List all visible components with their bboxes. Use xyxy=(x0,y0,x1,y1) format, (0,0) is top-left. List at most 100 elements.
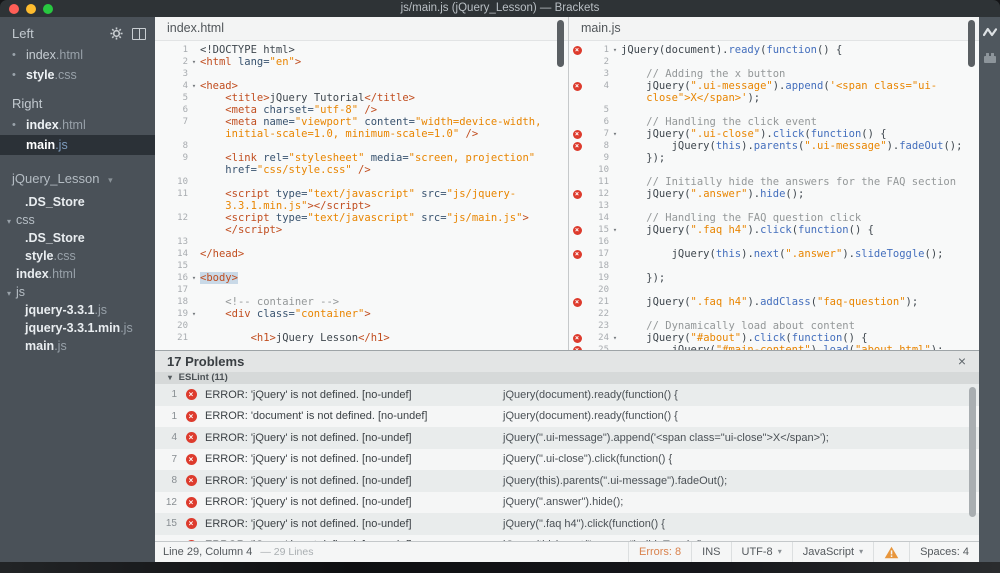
fold-caret-icon[interactable]: ▾ xyxy=(609,332,621,344)
fold-caret-icon[interactable]: ▾ xyxy=(609,44,621,56)
code-line[interactable]: 6 <meta charset="utf-8" /> xyxy=(155,104,568,116)
fold-caret-icon[interactable]: ▾ xyxy=(188,80,200,92)
right-pane-code[interactable]: × 1 ▾ jQuery(document).ready(function() {2 3… xyxy=(569,40,979,350)
pane-header-left[interactable]: index.html xyxy=(155,17,568,41)
code-line[interactable]: 1 <!DOCTYPE html> xyxy=(155,44,568,56)
right-pane-scrollbar[interactable] xyxy=(968,20,975,67)
problem-row[interactable]: 1 × ERROR: 'document' is not defined. [no-… xyxy=(155,405,979,427)
code-line[interactable]: 7 <meta name="viewport" content="width=d… xyxy=(155,116,568,128)
code-line[interactable]: 10 xyxy=(569,164,979,176)
code-line[interactable]: 5 <title>jQuery Tutorial</title> xyxy=(155,92,568,104)
status-errors[interactable]: Errors: 8 xyxy=(627,542,691,562)
code-line[interactable]: 22 xyxy=(569,308,979,320)
problems-section-eslint[interactable]: ▾ ESLint (11) xyxy=(155,372,979,384)
code-line[interactable]: 11 <script type="text/javascript" src="j… xyxy=(155,188,568,200)
split-view-icon[interactable] xyxy=(132,27,146,40)
live-preview-icon[interactable] xyxy=(982,26,997,38)
code-line[interactable]: 13 xyxy=(569,200,979,212)
code-line[interactable]: × 15 ▾ jQuery(".faq h4").click(function() … xyxy=(569,224,979,236)
code-line[interactable]: × 7 ▾ jQuery(".ui-close").click(function()… xyxy=(569,128,979,140)
code-line[interactable]: 14 </head> xyxy=(155,248,568,260)
code-line[interactable]: 9 }); xyxy=(569,152,979,164)
code-line[interactable]: 18 <!-- container --> xyxy=(155,296,568,308)
tree-item-css[interactable]: ▾ css xyxy=(0,211,155,229)
code-line[interactable]: 3.3.1.min.js"></script> xyxy=(155,200,568,212)
code-line[interactable]: 13 xyxy=(155,236,568,248)
tree-item-style.css[interactable]: style.css xyxy=(0,247,155,265)
fold-caret-icon[interactable]: ▾ xyxy=(609,128,621,140)
code-line[interactable]: 3 xyxy=(155,68,568,80)
gear-icon[interactable] xyxy=(110,27,123,40)
fold-caret-icon[interactable]: ▾ xyxy=(188,272,200,284)
minimize-window-button[interactable] xyxy=(26,4,36,14)
code-line[interactable]: 15 xyxy=(155,260,568,272)
pane-header-right[interactable]: main.js xyxy=(569,17,979,41)
tree-item-.DS_Store[interactable]: .DS_Store xyxy=(0,229,155,247)
code-line[interactable]: close">X</span>'); xyxy=(569,92,979,104)
status-indent-setting[interactable]: Spaces: 4 xyxy=(909,542,979,562)
code-line[interactable]: 6 // Handling the click event xyxy=(569,116,979,128)
status-insert-mode[interactable]: INS xyxy=(691,542,730,562)
problems-scrollbar[interactable] xyxy=(969,387,976,517)
problem-row[interactable]: 7 × ERROR: 'jQuery' is not defined. [no-un… xyxy=(155,448,979,470)
code-line[interactable]: 2 ▾ <html lang="en"> xyxy=(155,56,568,68)
code-line[interactable]: × 12 jQuery(".answer").hide(); xyxy=(569,188,979,200)
working-file-index.html[interactable]: • index.html xyxy=(0,115,155,135)
code-line[interactable]: × 21 jQuery(".faq h4").addClass("faq-ques… xyxy=(569,296,979,308)
code-line[interactable]: </script> xyxy=(155,224,568,236)
tree-item-index.html[interactable]: index.html xyxy=(0,265,155,283)
code-line[interactable]: 8 xyxy=(155,140,568,152)
code-line[interactable]: 20 xyxy=(155,320,568,332)
problem-row[interactable]: 8 × ERROR: 'jQuery' is not defined. [no-un… xyxy=(155,470,979,492)
fold-caret-icon[interactable]: ▾ xyxy=(188,56,200,68)
status-language-dropdown[interactable]: JavaScript ▾ xyxy=(791,542,873,562)
code-line[interactable]: × 24 ▾ jQuery("#about").click(function() { xyxy=(569,332,979,344)
code-line[interactable]: 11 // Initially hide the answers for the… xyxy=(569,176,979,188)
code-line[interactable]: 14 // Handling the FAQ question click xyxy=(569,212,979,224)
code-line[interactable]: × 4 jQuery(".ui-message").append('<span c… xyxy=(569,80,979,92)
zoom-window-button[interactable] xyxy=(43,4,53,14)
code-line[interactable]: 19 }); xyxy=(569,272,979,284)
code-line[interactable]: 12 <script type="text/javascript" src="j… xyxy=(155,212,568,224)
status-encoding-dropdown[interactable]: UTF-8 ▾ xyxy=(730,542,792,562)
tree-item-main.js[interactable]: main.js xyxy=(0,337,155,355)
tree-item-jquery-3.3.1.js[interactable]: jquery-3.3.1.js xyxy=(0,301,155,319)
problem-row[interactable]: 15 × ERROR: 'jQuery' is not defined. [no-u… xyxy=(155,513,979,535)
code-line[interactable]: 10 xyxy=(155,176,568,188)
tree-item-jquery-3.3.1.min.js[interactable]: jquery-3.3.1.min.js xyxy=(0,319,155,337)
code-line[interactable]: 2 xyxy=(569,56,979,68)
fold-caret-icon[interactable]: ▾ xyxy=(188,308,200,320)
tree-item-.DS_Store[interactable]: .DS_Store xyxy=(0,193,155,211)
code-line[interactable]: 5 xyxy=(569,104,979,116)
code-line[interactable]: × 1 ▾ jQuery(document).ready(function() { xyxy=(569,44,979,56)
problem-row[interactable]: 4 × ERROR: 'jQuery' is not defined. [no-un… xyxy=(155,427,979,449)
code-line[interactable]: × 8 jQuery(this).parents(".ui-message").f… xyxy=(569,140,979,152)
folder-caret-icon[interactable]: ▾ xyxy=(7,289,11,298)
code-line[interactable]: 4 ▾ <head> xyxy=(155,80,568,92)
left-pane-code[interactable]: 1 <!DOCTYPE html> 2 ▾ <html lang="en"> 3 4 ▾ <he… xyxy=(155,40,568,350)
working-file-main.js[interactable]: main.js xyxy=(0,135,155,155)
problem-row[interactable]: 1 × ERROR: 'jQuery' is not defined. [no-un… xyxy=(155,384,979,406)
close-window-button[interactable] xyxy=(9,4,19,14)
code-line[interactable]: 18 xyxy=(569,260,979,272)
code-line[interactable]: href="css/style.css" /> xyxy=(155,164,568,176)
code-line[interactable]: initial-scale=1.0, minimum-scale=1.0" /> xyxy=(155,128,568,140)
code-line[interactable]: 20 xyxy=(569,284,979,296)
working-file-index.html[interactable]: • index.html xyxy=(0,45,155,65)
folder-caret-icon[interactable]: ▾ xyxy=(7,217,11,226)
close-icon[interactable]: × xyxy=(958,351,966,372)
code-line[interactable]: 9 <link rel="stylesheet" media="screen, … xyxy=(155,152,568,164)
working-file-style.css[interactable]: • style.css xyxy=(0,65,155,85)
code-line[interactable]: 23 // Dynamically load about content xyxy=(569,320,979,332)
code-line[interactable]: × 17 jQuery(this).next(".answer").slideTo… xyxy=(569,248,979,260)
project-dropdown[interactable]: jQuery_Lesson ▾ xyxy=(0,167,155,191)
tree-item-js[interactable]: ▾ js xyxy=(0,283,155,301)
code-line[interactable]: 17 xyxy=(155,284,568,296)
problem-row[interactable]: 12 × ERROR: 'jQuery' is not defined. [no-u… xyxy=(155,491,979,513)
code-line[interactable]: 16 ▾ <body> xyxy=(155,272,568,284)
fold-caret-icon[interactable]: ▾ xyxy=(609,224,621,236)
code-line[interactable]: 3 // Adding the x button xyxy=(569,68,979,80)
code-line[interactable]: 16 xyxy=(569,236,979,248)
extension-manager-icon[interactable] xyxy=(983,52,997,64)
left-pane-scrollbar[interactable] xyxy=(557,20,564,67)
